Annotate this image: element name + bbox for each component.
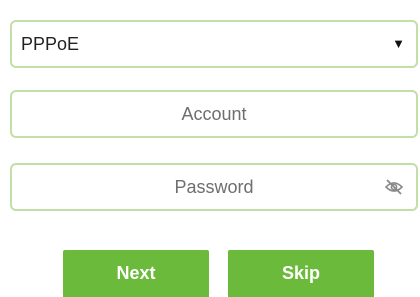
connection-type-value: PPPoE	[21, 34, 80, 54]
password-field[interactable]: Password	[10, 163, 418, 211]
connection-type-select[interactable]: PPPoE ▼	[10, 20, 418, 68]
password-placeholder: Password	[174, 177, 254, 197]
caret-down-icon: ▼	[392, 36, 405, 51]
next-button[interactable]: Next	[63, 250, 209, 297]
account-placeholder: Account	[181, 104, 247, 124]
account-field[interactable]: Account	[10, 90, 418, 138]
skip-button[interactable]: Skip	[228, 250, 374, 297]
eye-slash-icon[interactable]	[384, 177, 404, 197]
